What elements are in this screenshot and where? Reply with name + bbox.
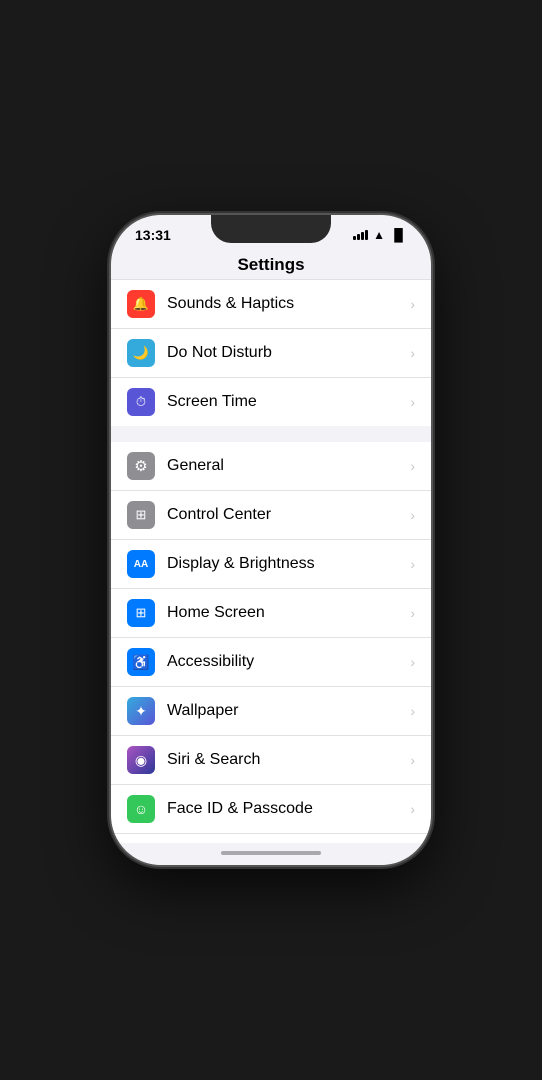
display-brightness-label: Display & Brightness: [167, 555, 410, 573]
home-screen-icon: ⊞: [127, 599, 155, 627]
do-not-disturb-label: Do Not Disturb: [167, 344, 410, 362]
home-screen-label: Home Screen: [167, 604, 410, 622]
wallpaper-label: Wallpaper: [167, 702, 410, 720]
face-id-icon: ☺: [127, 795, 155, 823]
control-center-icon: ⊞: [127, 501, 155, 529]
general-label: General: [167, 457, 410, 475]
settings-row-do-not-disturb[interactable]: 🌙 Do Not Disturb ›: [111, 329, 431, 378]
phone-device: 13:31 ▲ ▐▌ Settings 🔔: [111, 215, 431, 865]
nav-bar: Settings: [111, 247, 431, 280]
control-center-chevron: ›: [410, 507, 415, 523]
phone-screen: 13:31 ▲ ▐▌ Settings 🔔: [111, 215, 431, 865]
battery-icon: ▐▌: [390, 228, 407, 242]
settings-row-face-id[interactable]: ☺ Face ID & Passcode ›: [111, 785, 431, 834]
face-id-chevron: ›: [410, 801, 415, 817]
status-time: 13:31: [135, 227, 171, 243]
settings-row-display-brightness[interactable]: AA Display & Brightness ›: [111, 540, 431, 589]
control-center-label: Control Center: [167, 506, 410, 524]
siri-search-icon: ◉: [127, 746, 155, 774]
settings-row-emergency-sos[interactable]: SOS Emergency SOS ›: [111, 834, 431, 843]
settings-row-siri-search[interactable]: ◉ Siri & Search ›: [111, 736, 431, 785]
wifi-icon: ▲: [373, 228, 385, 242]
settings-row-screen-time[interactable]: ⏱ Screen Time ›: [111, 378, 431, 426]
settings-row-accessibility[interactable]: ♿ Accessibility ›: [111, 638, 431, 687]
siri-search-chevron: ›: [410, 752, 415, 768]
face-id-label: Face ID & Passcode: [167, 800, 410, 818]
wallpaper-icon: ✦: [127, 697, 155, 725]
accessibility-icon: ♿: [127, 648, 155, 676]
general-icon: ⚙: [127, 452, 155, 480]
settings-row-general[interactable]: ⚙ General ›: [111, 442, 431, 491]
notch: [211, 215, 331, 243]
screen-time-chevron: ›: [410, 394, 415, 410]
settings-list: 🔔 Sounds & Haptics › 🌙 Do Not Disturb › …: [111, 280, 431, 843]
screen-time-icon: ⏱: [127, 388, 155, 416]
settings-row-control-center[interactable]: ⊞ Control Center ›: [111, 491, 431, 540]
display-brightness-icon: AA: [127, 550, 155, 578]
status-icons: ▲ ▐▌: [353, 228, 407, 242]
home-screen-chevron: ›: [410, 605, 415, 621]
sounds-label: Sounds & Haptics: [167, 295, 410, 313]
sounds-icon: 🔔: [127, 290, 155, 318]
accessibility-chevron: ›: [410, 654, 415, 670]
page-title: Settings: [237, 255, 304, 274]
screen-time-label: Screen Time: [167, 393, 410, 411]
siri-search-label: Siri & Search: [167, 751, 410, 769]
home-indicator: [111, 843, 431, 865]
wallpaper-chevron: ›: [410, 703, 415, 719]
general-chevron: ›: [410, 458, 415, 474]
display-brightness-chevron: ›: [410, 556, 415, 572]
signal-icon: [353, 230, 368, 240]
settings-row-sounds[interactable]: 🔔 Sounds & Haptics ›: [111, 280, 431, 329]
settings-section-1: 🔔 Sounds & Haptics › 🌙 Do Not Disturb › …: [111, 280, 431, 426]
accessibility-label: Accessibility: [167, 653, 410, 671]
home-bar: [221, 851, 321, 855]
do-not-disturb-icon: 🌙: [127, 339, 155, 367]
settings-row-home-screen[interactable]: ⊞ Home Screen ›: [111, 589, 431, 638]
settings-section-2: ⚙ General › ⊞ Control Center › AA D: [111, 442, 431, 843]
sounds-chevron: ›: [410, 296, 415, 312]
do-not-disturb-chevron: ›: [410, 345, 415, 361]
settings-row-wallpaper[interactable]: ✦ Wallpaper ›: [111, 687, 431, 736]
